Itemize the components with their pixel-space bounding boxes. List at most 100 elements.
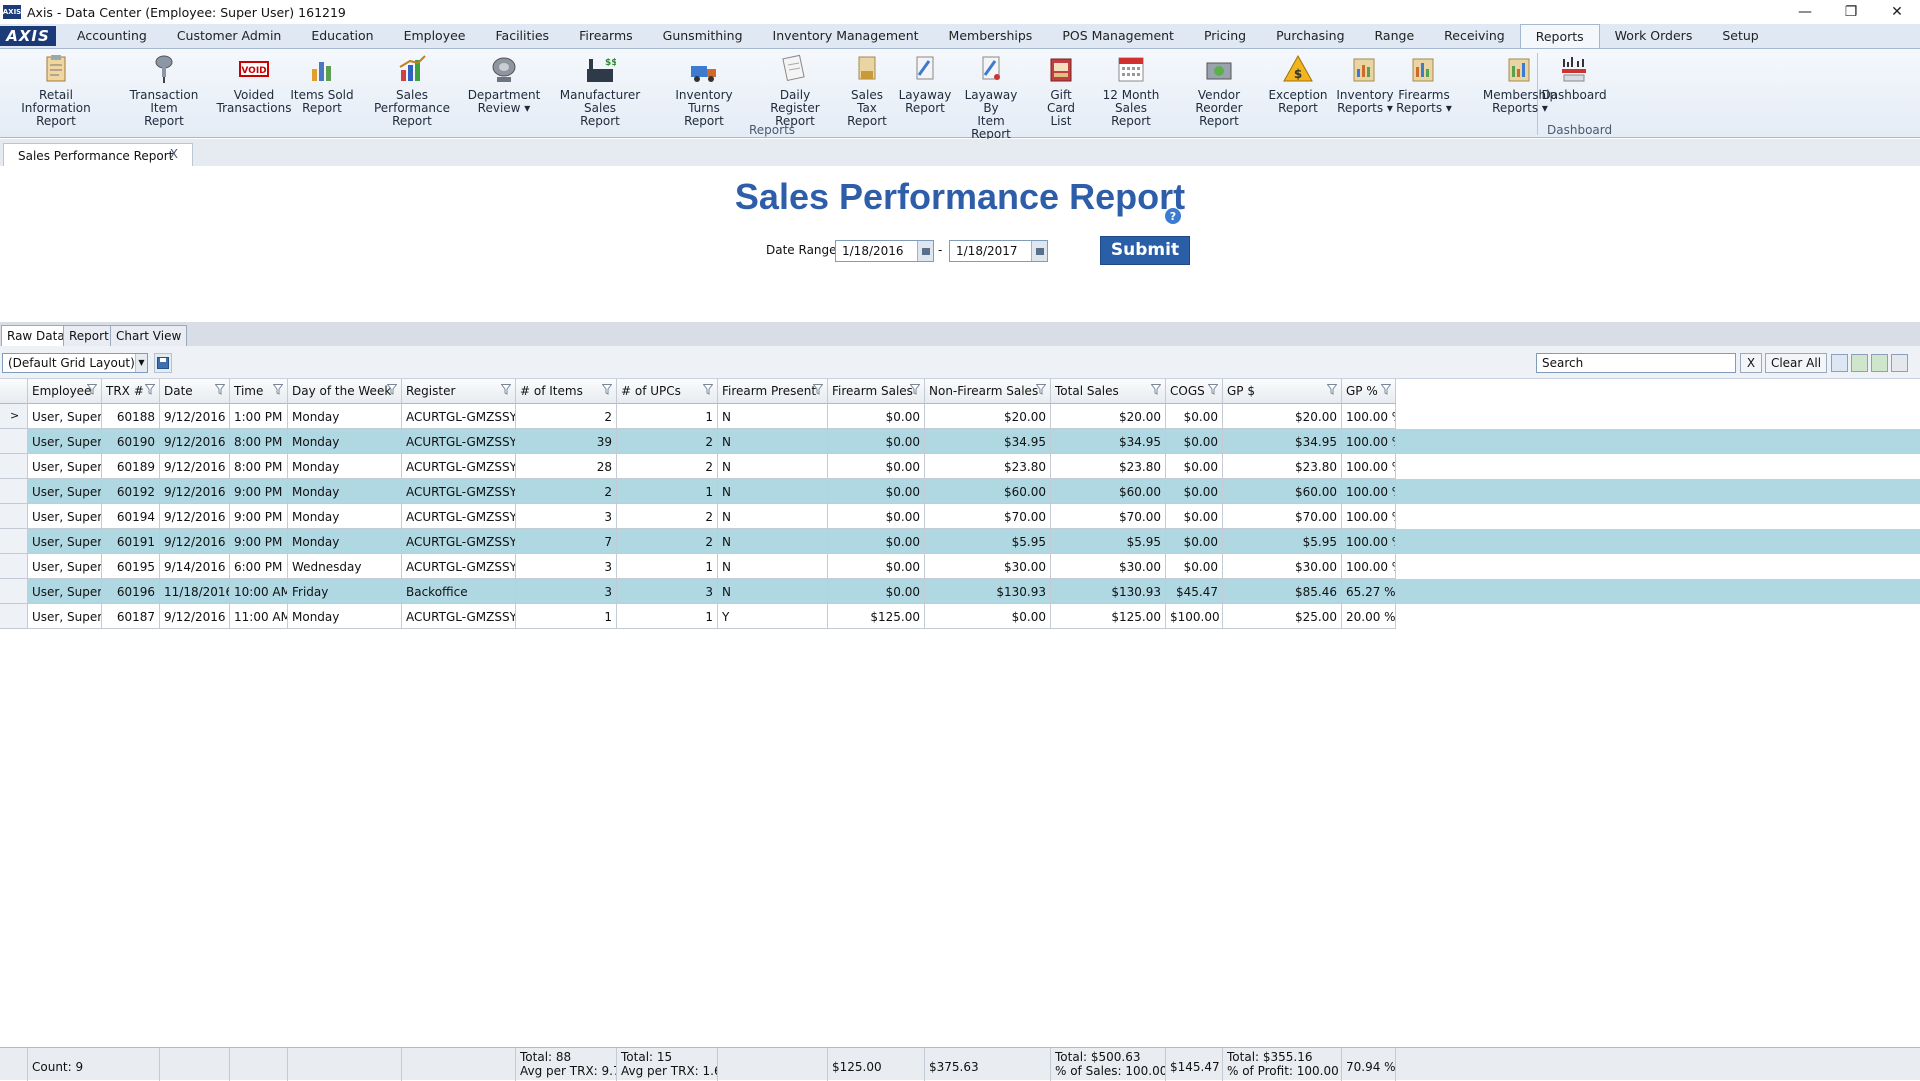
ribbon-button-gift-card-list[interactable]: Gift Card List <box>1035 52 1087 128</box>
calendar-icon[interactable] <box>1031 241 1047 261</box>
table-row[interactable]: User, Super 60187 9/12/2016 11:00 AM Monday A… <box>0 604 1920 629</box>
ribbon-button-voided-transactions[interactable]: VOID Voided Transactions <box>217 52 291 115</box>
row-selector[interactable] <box>0 504 28 529</box>
column-chooser-icon[interactable] <box>1891 354 1908 372</box>
ribbon-tab-accounting[interactable]: Accounting <box>62 24 162 48</box>
export-icon[interactable] <box>1871 354 1888 372</box>
table-cell: 60189 <box>102 454 160 479</box>
table-row[interactable]: User, Super 60195 9/14/2016 6:00 PM Wednesda… <box>0 554 1920 579</box>
chevron-down-icon[interactable]: ▼ <box>135 354 147 372</box>
start-date-input[interactable]: 1/18/2016 <box>835 240 934 262</box>
tab-raw-data[interactable]: Raw Data <box>1 325 71 346</box>
ribbon-button-manufacturer-sales-report[interactable]: $$ Manufacturer Sales Report <box>548 52 652 128</box>
ribbon-button-department-review[interactable]: Department Review ▾ <box>468 52 540 115</box>
ribbon-button-exception-report[interactable]: $ Exception Report <box>1268 52 1328 115</box>
ribbon-tab-firearms[interactable]: Firearms <box>564 24 648 48</box>
column-header-date[interactable]: Date <box>160 379 230 404</box>
ribbon-button-vendor-reorder-report[interactable]: Vendor Reorder Report <box>1176 52 1262 128</box>
save-icon <box>157 357 169 369</box>
table-row[interactable]: User, Super 60190 9/12/2016 8:00 PM Monday AC… <box>0 429 1920 454</box>
column-header-register[interactable]: Register <box>402 379 516 404</box>
row-selector[interactable] <box>0 554 28 579</box>
doc-tab-sales-performance[interactable]: Sales Performance Report X <box>3 143 193 166</box>
table-row[interactable]: User, Super 60192 9/12/2016 9:00 PM Monday AC… <box>0 479 1920 504</box>
column-header-gp[interactable]: GP $ <box>1223 379 1342 404</box>
export-excel-icon[interactable] <box>1851 354 1868 372</box>
table-row[interactable]: User, Super 60196 11/18/2016 10:00 AM Friday… <box>0 579 1920 604</box>
row-selector[interactable] <box>0 579 28 604</box>
close-window-button[interactable]: ✕ <box>1874 0 1920 24</box>
ribbon-button-sales-performance-report[interactable]: Sales Performance Report <box>362 52 462 128</box>
ribbon-button-firearms-reports[interactable]: Firearms Reports ▾ <box>1396 52 1452 115</box>
tab-report[interactable]: Report <box>63 325 115 346</box>
ribbon-tab-work-orders[interactable]: Work Orders <box>1600 24 1708 48</box>
column-header-employee[interactable]: Employee <box>28 379 102 404</box>
ribbon-button-items-sold-report[interactable]: Items Sold Report <box>288 52 356 115</box>
column-header--of-upcs[interactable]: # of UPCs <box>617 379 718 404</box>
table-row[interactable]: User, Super 60191 9/12/2016 9:00 PM Monday AC… <box>0 529 1920 554</box>
doc-tab-close-icon[interactable]: X <box>170 147 178 161</box>
calendar-icon[interactable] <box>917 241 933 261</box>
ribbon-button-sales-tax-report[interactable]: Sales Tax Report <box>841 52 893 128</box>
tab-chart-view[interactable]: Chart View <box>110 325 188 346</box>
pin-icon[interactable] <box>1831 354 1848 372</box>
submit-button[interactable]: Submit <box>1100 236 1190 265</box>
row-selector[interactable] <box>0 429 28 454</box>
ribbon-button-dashboard[interactable]: Dashboard <box>1541 52 1607 102</box>
ribbon-button-inventory-turns-report[interactable]: Inventory Turns Report <box>661 52 747 128</box>
table-cell: User, Super <box>28 404 102 429</box>
column-header-trx[interactable]: TRX # <box>102 379 160 404</box>
ribbon-tab-gunsmithing[interactable]: Gunsmithing <box>648 24 758 48</box>
ribbon-button-layaway-report[interactable]: Layaway Report <box>899 52 951 115</box>
help-icon[interactable]: ? <box>1165 208 1181 224</box>
restore-button[interactable]: ❐ <box>1828 0 1874 24</box>
column-header-gp[interactable]: GP % <box>1342 379 1396 404</box>
row-selector[interactable] <box>0 454 28 479</box>
row-selector[interactable]: > <box>0 404 28 429</box>
search-input[interactable]: Search <box>1536 353 1736 373</box>
row-selector[interactable] <box>0 604 28 629</box>
ribbon-button-retail-information-report[interactable]: Retail Information Report <box>6 52 106 128</box>
grid-layout-select[interactable]: (Default Grid Layout) ▼ <box>2 353 148 373</box>
ribbon-button-12-month-sales-report[interactable]: 12 Month Sales Report <box>1095 52 1167 128</box>
minimize-button[interactable]: — <box>1782 0 1828 24</box>
column-header-time[interactable]: Time <box>230 379 288 404</box>
table-row[interactable]: > User, Super 60188 9/12/2016 1:00 PM Monday A… <box>0 404 1920 429</box>
ribbon-button-label: Retail Information <box>21 88 91 115</box>
ribbon-tab-employee[interactable]: Employee <box>389 24 481 48</box>
ribbon-button-transaction-item-report[interactable]: Transaction Item Report <box>118 52 210 128</box>
column-header-day-of-the-week[interactable]: Day of the Week <box>288 379 402 404</box>
view-tab-strip: Raw Data Report Chart View <box>0 322 1920 346</box>
ribbon-tab-pos-management[interactable]: POS Management <box>1047 24 1189 48</box>
clear-all-button[interactable]: Clear All <box>1765 353 1827 373</box>
end-date-input[interactable]: 1/18/2017 <box>949 240 1048 262</box>
row-selector[interactable] <box>0 479 28 504</box>
table-row[interactable]: User, Super 60189 9/12/2016 8:00 PM Monday AC… <box>0 454 1920 479</box>
ribbon-button-inventory-reports[interactable]: Inventory Reports ▾ <box>1336 52 1394 115</box>
ribbon-tab-purchasing[interactable]: Purchasing <box>1261 24 1359 48</box>
search-clear-button[interactable]: X <box>1740 353 1762 373</box>
ribbon-tab-education[interactable]: Education <box>296 24 388 48</box>
ribbon-tab-pricing[interactable]: Pricing <box>1189 24 1261 48</box>
column-header-firearm-sales[interactable]: Firearm Sales <box>828 379 925 404</box>
ribbon-tab-memberships[interactable]: Memberships <box>934 24 1048 48</box>
ribbon-tab-facilities[interactable]: Facilities <box>481 24 565 48</box>
ribbon-tab-reports[interactable]: Reports <box>1519 24 1600 48</box>
column-header--of-items[interactable]: # of Items <box>516 379 617 404</box>
ribbon-tab-receiving[interactable]: Receiving <box>1429 24 1520 48</box>
save-layout-button[interactable] <box>154 353 172 373</box>
column-header-firearm-present[interactable]: Firearm Present <box>718 379 828 404</box>
column-header-cogs[interactable]: COGS <box>1166 379 1223 404</box>
ribbon-tab-inventory-management[interactable]: Inventory Management <box>758 24 934 48</box>
column-header-non-firearm-sales[interactable]: Non-Firearm Sales <box>925 379 1051 404</box>
ribbon-tab-setup[interactable]: Setup <box>1707 24 1773 48</box>
ribbon-tab-range[interactable]: Range <box>1360 24 1430 48</box>
row-selector[interactable] <box>0 529 28 554</box>
table-row[interactable]: User, Super 60194 9/12/2016 9:00 PM Monday AC… <box>0 504 1920 529</box>
footer-total-sales-value: Total: $500.63 <box>1055 1050 1141 1064</box>
table-cell: $0.00 <box>828 554 925 579</box>
ribbon-button-daily-register-report[interactable]: Daily Register Report <box>757 52 833 128</box>
ribbon-button-layaway-by-item-report[interactable]: Layaway By Item Report <box>957 52 1025 141</box>
column-header-total-sales[interactable]: Total Sales <box>1051 379 1166 404</box>
ribbon-tab-customer-admin[interactable]: Customer Admin <box>162 24 297 48</box>
